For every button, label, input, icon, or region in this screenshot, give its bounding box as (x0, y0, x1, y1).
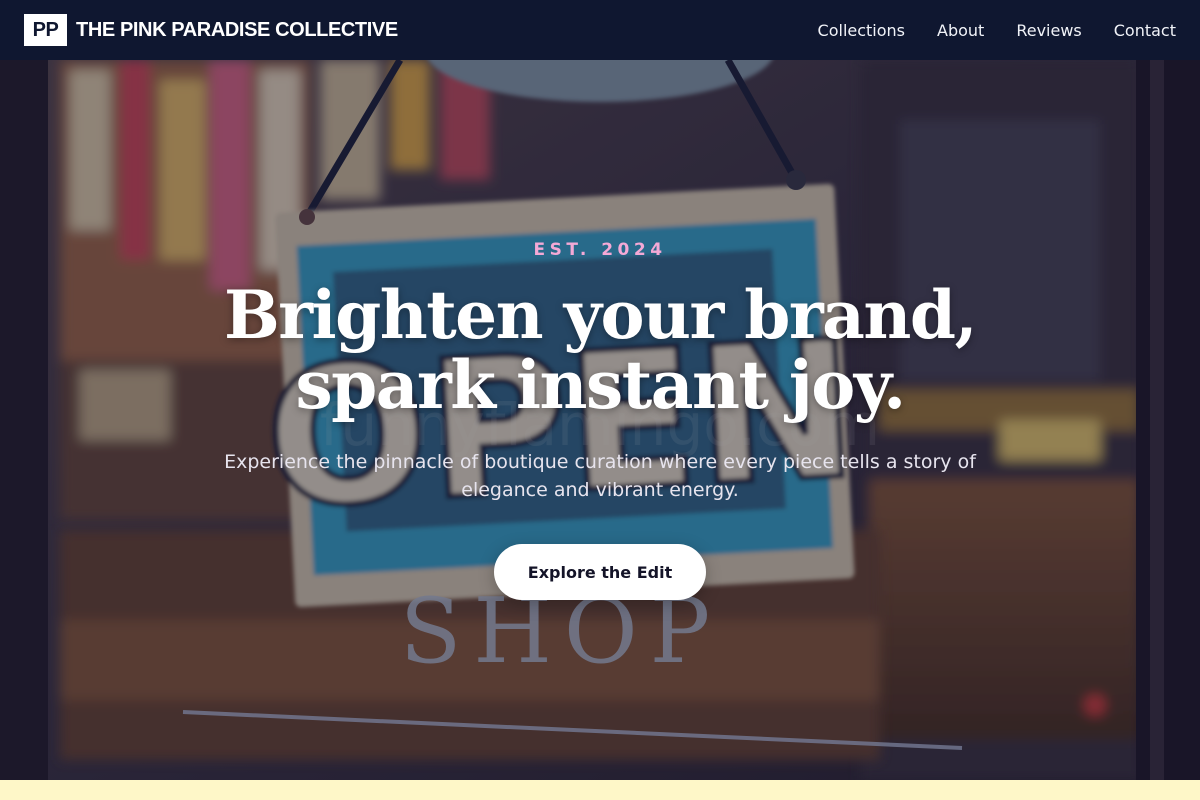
hero-subtext: Experience the pinnacle of boutique cura… (224, 451, 976, 501)
nav-link-contact[interactable]: Contact (1114, 21, 1176, 40)
brand-logo-link[interactable]: PP THE PINK PARADISE COLLECTIVE (24, 14, 398, 46)
next-section-strip (0, 780, 1200, 800)
hero-eyebrow: EST. 2024 (533, 240, 667, 260)
nav-link-collections[interactable]: Collections (818, 21, 905, 40)
nav-link-about[interactable]: About (937, 21, 984, 40)
explore-the-edit-button[interactable]: Explore the Edit (494, 544, 706, 600)
hero-section: OPEN SHOP funnyflamingo.com EST. 2024 Br… (0, 60, 1200, 780)
brand-name: THE PINK PARADISE COLLECTIVE (76, 18, 398, 41)
logo-mark: PP (24, 14, 67, 46)
hero-headline-line-1: Brighten your brand, (223, 276, 978, 354)
main-nav: Collections About Reviews Contact (818, 21, 1176, 40)
hero-headline-line-2: spark instant joy. (295, 346, 906, 424)
hero-content: EST. 2024 Brighten your brand, spark ins… (0, 60, 1200, 780)
nav-link-reviews[interactable]: Reviews (1016, 21, 1081, 40)
site-header: PP THE PINK PARADISE COLLECTIVE Collecti… (0, 0, 1200, 60)
hero-headline: Brighten your brand, spark instant joy. (0, 280, 1200, 420)
